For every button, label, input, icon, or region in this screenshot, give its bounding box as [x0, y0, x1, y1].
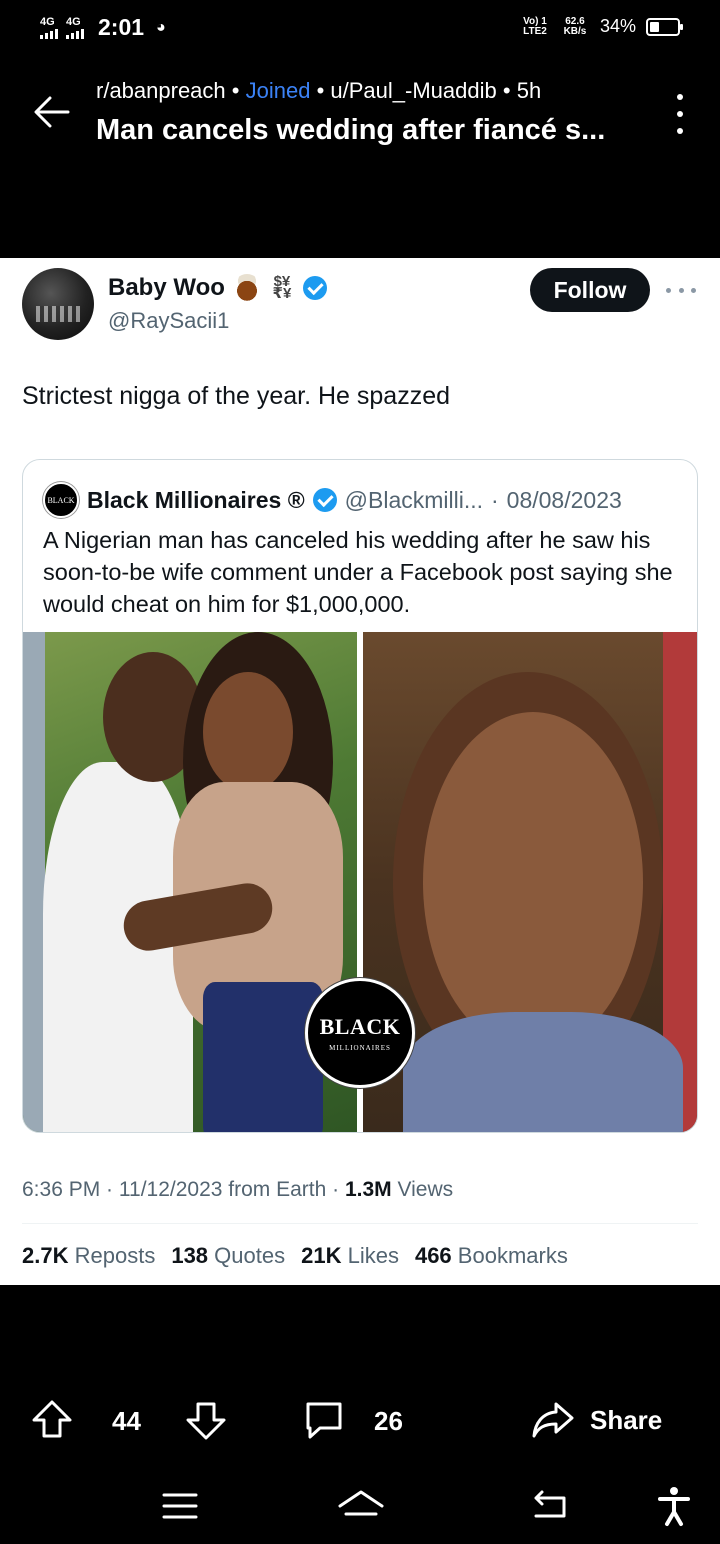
battery-percent: 34% — [599, 16, 636, 36]
baby-emoji-icon — [232, 274, 261, 302]
tweet-author-name: Baby Woo — [108, 274, 225, 301]
share-button[interactable]: Share — [530, 1398, 662, 1442]
more-icon — [666, 280, 696, 300]
post-meta: r/abanpreach • Joined • u/Paul_-Muaddib … — [96, 78, 542, 103]
signal-2-icon: 4G — [66, 16, 84, 39]
views-count: 1.3M — [344, 1178, 392, 1201]
reposts-stat: 2.7K Reposts — [22, 1243, 156, 1268]
author-link[interactable]: u/Paul_-Muaddib — [330, 78, 496, 103]
verified-icon — [302, 276, 327, 300]
upvote-button[interactable] — [30, 1398, 74, 1442]
back-icon — [534, 1490, 566, 1518]
couple-photo — [23, 632, 357, 1132]
vote-count: 44 — [112, 1406, 141, 1436]
kebab-menu-icon[interactable] — [670, 94, 690, 134]
bookmarks-stat: 466 Bookmarks — [414, 1243, 568, 1268]
quote-media: BLACK MILLIONAIRES — [23, 632, 697, 1132]
share-label: Share — [590, 1404, 663, 1435]
network-speed: 62.6 KB/s — [563, 15, 587, 37]
quote-text: A Nigerian man has canceled his wedding … — [43, 527, 673, 617]
recent-apps-button[interactable] — [158, 1484, 202, 1528]
tweet-screenshot[interactable]: Baby Woo $¥ ₹¥ @RaySacii1 Follow Stricte… — [0, 258, 720, 1285]
back-button[interactable] — [28, 88, 76, 136]
accessibility-icon — [658, 1487, 690, 1526]
notification-icon: ◕ — [156, 18, 166, 36]
post-title: Man cancels wedding after fiancé s... — [96, 114, 606, 146]
quote-date: 08/08/2023 — [506, 486, 622, 513]
subreddit-link[interactable]: r/abanpreach — [96, 78, 226, 103]
currency-emoji-icon: $¥ ₹¥ — [272, 273, 292, 302]
downvote-button[interactable] — [184, 1398, 228, 1442]
comment-icon — [306, 1402, 342, 1439]
home-icon — [338, 1490, 384, 1516]
back-nav-button[interactable] — [528, 1484, 572, 1528]
quoted-tweet: BLACK Black Millionaires ® @Blackmilli..… — [22, 459, 698, 1133]
tweet-timestamp: 6:36 PM · 11/12/2023 from Earth · 1.3M V… — [22, 1178, 454, 1201]
tweet-stats: 2.7K Reposts 138 Quotes 21K Likes 466 Bo… — [22, 1243, 568, 1269]
back-arrow-icon — [34, 96, 70, 128]
post-age: 5h — [516, 78, 542, 103]
system-nav-bar — [0, 1470, 720, 1544]
avatar — [22, 268, 94, 340]
home-button[interactable] — [336, 1484, 384, 1528]
comment-count[interactable]: 26 — [374, 1406, 403, 1437]
quote-author-name: Black Millionaires ® — [87, 486, 305, 513]
status-bar: 4G 4G 2:01 ◕ Vo) 1 LTE2 62.6 KB/s 34% — [0, 0, 720, 58]
post-action-bar: 44 26 Share — [0, 1390, 720, 1450]
post-header: r/abanpreach • Joined • u/Paul_-Muaddib … — [0, 58, 720, 258]
share-icon — [532, 1402, 574, 1438]
downvote-icon — [186, 1402, 226, 1440]
divider — [22, 1223, 698, 1224]
tweet-text: Strictest nigga of the year. He spazzed — [22, 382, 451, 410]
black-millionaires-logo: BLACK MILLIONAIRES — [305, 978, 415, 1088]
likes-stat: 21K Likes — [301, 1243, 399, 1268]
tweet-author: Baby Woo $¥ ₹¥ — [108, 274, 327, 302]
comments-button[interactable] — [302, 1398, 346, 1442]
clock: 2:01 — [98, 14, 145, 40]
menu-icon — [162, 1493, 198, 1519]
quotes-stat: 138 Quotes — [171, 1243, 286, 1268]
follow-button: Follow — [530, 268, 650, 312]
quote-avatar: BLACK — [43, 482, 79, 518]
accessibility-button[interactable] — [652, 1484, 696, 1528]
upvote-icon — [32, 1400, 72, 1438]
quote-handle: @Blackmilli... — [344, 486, 483, 513]
battery-icon — [646, 17, 683, 36]
crying-woman-photo — [363, 632, 697, 1132]
joined-badge[interactable]: Joined — [246, 78, 311, 103]
signal-1-icon: 4G — [40, 16, 58, 39]
volte-indicator: Vo) 1 LTE2 — [523, 15, 547, 37]
verified-icon — [312, 488, 337, 512]
tweet-handle: @RaySacii1 — [108, 308, 230, 333]
